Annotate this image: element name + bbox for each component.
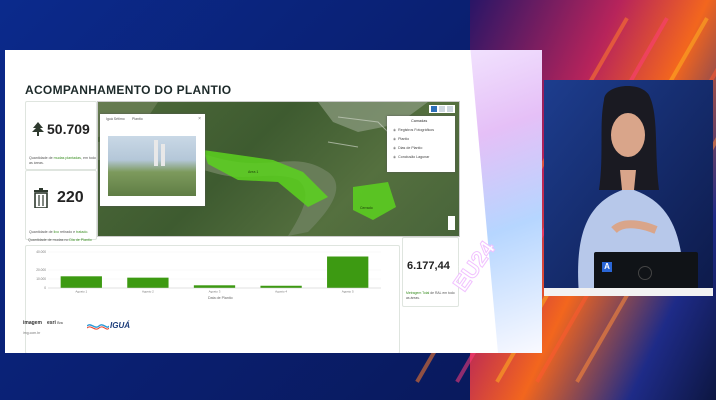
chart-x-axis-label: Data de Plantio xyxy=(208,296,233,300)
layer-item[interactable]: Dias de Plantio xyxy=(393,146,422,150)
layers-icon[interactable] xyxy=(431,106,437,112)
bar[interactable] xyxy=(127,277,169,288)
desk xyxy=(544,288,713,296)
presenter-webcam: A xyxy=(544,80,713,296)
home-button[interactable] xyxy=(448,130,455,137)
y-tick-label: 20.000 xyxy=(36,268,46,272)
kpi-card-trash: 220 Quantidade de lixo retirado e tratad… xyxy=(25,170,97,240)
chart-caption: Quantidade de mudas no Dia de Plantio xyxy=(28,238,92,242)
popup-tab-plantio[interactable]: Plantio xyxy=(132,117,143,121)
bar[interactable] xyxy=(60,276,102,288)
layer-list-panel[interactable]: Camadas Registros Fotográficos Plantio D… xyxy=(387,116,455,172)
map-view[interactable]: Area 1 Cerrado Iguá Sétimo Plantio × Cam… xyxy=(97,101,460,237)
x-tick-label: Agosto 3 xyxy=(209,290,221,294)
zoom-control[interactable] xyxy=(448,216,455,230)
esri-logo: esri Bra xyxy=(47,320,63,326)
y-tick-label: 40.000 xyxy=(36,250,46,254)
slide-title: ACOMPANHAMENTO DO PLANTIO xyxy=(25,83,232,97)
laptop-emblem xyxy=(638,266,652,280)
basemap-icon[interactable] xyxy=(447,106,453,112)
kpi-card-trees: 50.709 Quantidade de mudas plantadas, em… xyxy=(25,101,97,170)
x-tick-label: Agosto 4 xyxy=(275,290,287,294)
popup-tab-iguá[interactable]: Iguá Sétimo xyxy=(106,117,125,121)
kpi-trees-caption-2: as áreas. xyxy=(29,161,44,165)
layer-list-title: Camadas xyxy=(411,119,428,123)
bar-chart-card: 40.000 20.000 10.000 0 Agosto 1 Agosto 2 Agost… xyxy=(25,245,400,353)
tree-icon xyxy=(32,122,44,136)
kpi-trees-value: 50.709 xyxy=(47,121,90,137)
x-tick-label: Agosto 5 xyxy=(342,290,354,294)
kpi-area-value: 6.177,44 xyxy=(407,260,450,272)
bar[interactable] xyxy=(327,256,369,289)
layer-item[interactable]: Conclusão Lagunar xyxy=(393,155,429,159)
kpi-trash-caption: Quantidade de lixo retirado e tratado. xyxy=(29,230,89,234)
presentation-slide: ACOMPANHAMENTO DO PLANTIO 50.709 Quantid… xyxy=(5,50,542,353)
legend-icon[interactable] xyxy=(439,106,445,112)
site-photo xyxy=(108,136,196,196)
chimney-shape xyxy=(154,140,158,166)
trash-icon xyxy=(34,188,48,208)
x-tick-label: Agosto 1 xyxy=(75,290,87,294)
bar[interactable] xyxy=(260,285,302,288)
x-tick-label: Agosto 2 xyxy=(142,290,154,294)
close-icon[interactable]: × xyxy=(198,116,201,122)
imagem-url: img.com.br xyxy=(23,331,41,335)
map-label-area: Area 1 xyxy=(248,170,259,174)
kpi-trash-value: 220 xyxy=(57,189,84,206)
imagem-logo: imagem xyxy=(23,320,42,326)
y-tick-label: 0 xyxy=(44,286,46,290)
y-tick-label: 10.000 xyxy=(36,277,46,281)
layer-item[interactable]: Registros Fotográficos xyxy=(393,128,434,132)
igua-wave-icon xyxy=(87,324,109,330)
layer-item[interactable]: Plantio xyxy=(393,137,409,141)
map-label-cerrado: Cerrado xyxy=(360,206,373,210)
igua-logo: IGUÁ xyxy=(110,321,130,330)
bar[interactable] xyxy=(193,285,236,288)
kpi-area-caption-2: as áreas. xyxy=(406,296,420,300)
map-toolbar xyxy=(429,105,455,113)
map-popup[interactable]: Iguá Sétimo Plantio × xyxy=(100,114,205,206)
chimney-shape xyxy=(161,144,165,166)
laptop-logo: A xyxy=(602,262,612,272)
